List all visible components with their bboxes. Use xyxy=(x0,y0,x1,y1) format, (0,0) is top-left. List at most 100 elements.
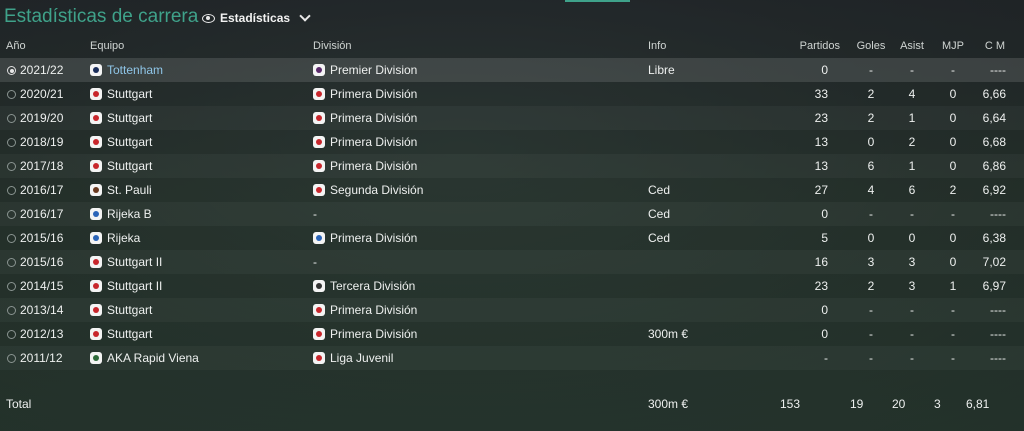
column-header-apps[interactable]: Partidos xyxy=(780,40,840,52)
team-cell[interactable]: Rijeka xyxy=(90,231,140,245)
season-cell: 2017/18 xyxy=(20,159,64,173)
apps-cell: 16 xyxy=(814,255,828,269)
column-header-goals[interactable]: Goles xyxy=(850,40,892,52)
division-cell[interactable]: Primera División xyxy=(313,87,417,101)
team-name-link[interactable]: Stuttgart xyxy=(107,159,152,173)
table-row[interactable]: 2012/13 Stuttgart Primera División 300m … xyxy=(0,322,1024,346)
team-name-link[interactable]: Stuttgart xyxy=(107,135,152,149)
page-title: Estadísticas de carrera xyxy=(4,6,199,27)
division-cell[interactable]: Primera División xyxy=(313,111,417,125)
division-name[interactable]: Primera División xyxy=(330,135,417,149)
table-row[interactable]: 2021/22 Tottenham Premier Division Libre… xyxy=(0,58,1024,82)
column-header-avg-rating[interactable]: C M xyxy=(978,40,1012,52)
table-row[interactable]: 2020/21 Stuttgart Primera División 33 2 … xyxy=(0,82,1024,106)
table-row[interactable]: 2018/19 Stuttgart Primera División 13 0 … xyxy=(0,130,1024,154)
column-header-year[interactable]: Año xyxy=(6,40,26,52)
column-header-division[interactable]: División xyxy=(313,40,352,52)
division-cell[interactable]: Premier Division xyxy=(313,63,417,77)
row-select-radio[interactable] xyxy=(7,186,16,195)
row-select-radio[interactable] xyxy=(7,162,16,171)
row-select-radio[interactable] xyxy=(7,258,16,267)
stuttgart-crest-icon xyxy=(90,136,102,148)
division-name[interactable]: Segunda División xyxy=(330,183,423,197)
3-liga-icon xyxy=(313,280,325,292)
row-select-radio[interactable] xyxy=(7,210,16,219)
row-select-radio[interactable] xyxy=(7,234,16,243)
table-row[interactable]: 2015/16 Rijeka Primera División Ced 5 0 … xyxy=(0,226,1024,250)
apps-cell: 13 xyxy=(814,159,828,173)
team-cell[interactable]: St. Pauli xyxy=(90,183,152,197)
row-select-radio[interactable] xyxy=(7,330,16,339)
row-select-radio[interactable] xyxy=(7,282,16,291)
division-name[interactable]: Tercera División xyxy=(330,279,415,293)
row-select-radio[interactable] xyxy=(7,354,16,363)
team-cell[interactable]: Rijeka B xyxy=(90,207,152,221)
stuttgart-crest-icon xyxy=(90,328,102,340)
division-name[interactable]: Primera División xyxy=(330,327,417,341)
column-header-assists[interactable]: Asist xyxy=(892,40,932,52)
table-row[interactable]: 2019/20 Stuttgart Primera División 23 2 … xyxy=(0,106,1024,130)
team-cell[interactable]: Stuttgart xyxy=(90,87,152,101)
team-cell[interactable]: Stuttgart xyxy=(90,159,152,173)
division-cell[interactable]: - xyxy=(313,255,317,269)
view-selector-dropdown[interactable]: Estadísticas xyxy=(202,10,311,25)
team-cell[interactable]: Stuttgart II xyxy=(90,255,162,269)
column-header-mjp[interactable]: MJP xyxy=(934,40,972,52)
avg-rating-cell: 6,68 xyxy=(982,135,1006,149)
team-name-link[interactable]: Rijeka xyxy=(107,231,140,245)
division-cell[interactable]: Primera División xyxy=(313,231,417,245)
table-row[interactable]: 2017/18 Stuttgart Primera División 13 6 … xyxy=(0,154,1024,178)
column-header-info[interactable]: Info xyxy=(648,40,666,52)
team-cell[interactable]: AKA Rapid Viena xyxy=(90,351,199,365)
team-name-link[interactable]: Stuttgart xyxy=(107,111,152,125)
row-select-radio[interactable] xyxy=(7,114,16,123)
row-select-radio[interactable] xyxy=(7,66,16,75)
table-row[interactable]: 2016/17 Rijeka B - Ced 0 - - - ---- xyxy=(0,202,1024,226)
table-row[interactable]: 2015/16 Stuttgart II - 16 3 3 0 7,02 xyxy=(0,250,1024,274)
row-select-radio[interactable] xyxy=(7,138,16,147)
division-cell[interactable]: Tercera División xyxy=(313,279,415,293)
team-cell[interactable]: Stuttgart xyxy=(90,111,152,125)
column-header-team[interactable]: Equipo xyxy=(90,40,124,52)
division-name[interactable]: Primera División xyxy=(330,159,417,173)
division-name[interactable]: Liga Juvenil xyxy=(330,351,393,365)
team-name-link[interactable]: Stuttgart II xyxy=(107,279,162,293)
assists-cell: - xyxy=(910,207,914,221)
division-cell[interactable]: Primera División xyxy=(313,327,417,341)
row-select-radio[interactable] xyxy=(7,90,16,99)
division-name[interactable]: - xyxy=(313,255,317,269)
table-row[interactable]: 2016/17 St. Pauli Segunda División Ced 2… xyxy=(0,178,1024,202)
division-name[interactable]: Premier Division xyxy=(330,63,417,77)
division-name[interactable]: Primera División xyxy=(330,303,417,317)
team-cell[interactable]: Stuttgart xyxy=(90,135,152,149)
team-name-link[interactable]: Stuttgart II xyxy=(107,255,162,269)
division-cell[interactable]: - xyxy=(313,207,317,221)
division-name[interactable]: Primera División xyxy=(330,111,417,125)
row-select-radio[interactable] xyxy=(7,306,16,315)
division-cell[interactable]: Liga Juvenil xyxy=(313,351,393,365)
total-avg-rating: 6,81 xyxy=(966,397,990,411)
team-name-link[interactable]: AKA Rapid Viena xyxy=(107,351,199,365)
team-name-link[interactable]: Rijeka B xyxy=(107,207,152,221)
team-name-link[interactable]: Stuttgart xyxy=(107,303,152,317)
team-cell[interactable]: Stuttgart xyxy=(90,303,152,317)
team-name-link[interactable]: Tottenham xyxy=(107,63,163,77)
team-name-link[interactable]: St. Pauli xyxy=(107,183,152,197)
team-cell[interactable]: Stuttgart II xyxy=(90,279,162,293)
team-cell[interactable]: Tottenham xyxy=(90,63,163,77)
division-name[interactable]: - xyxy=(313,207,317,221)
team-cell[interactable]: Stuttgart xyxy=(90,327,152,341)
division-cell[interactable]: Primera División xyxy=(313,159,417,173)
team-name-link[interactable]: Stuttgart xyxy=(107,87,152,101)
avg-rating-cell: 7,02 xyxy=(982,255,1006,269)
avg-rating-cell: 6,64 xyxy=(982,111,1006,125)
division-cell[interactable]: Primera División xyxy=(313,135,417,149)
table-row[interactable]: 2014/15 Stuttgart II Tercera División 23… xyxy=(0,274,1024,298)
team-name-link[interactable]: Stuttgart xyxy=(107,327,152,341)
table-row[interactable]: 2013/14 Stuttgart Primera División 0 - -… xyxy=(0,298,1024,322)
table-row[interactable]: 2011/12 AKA Rapid Viena Liga Juvenil - -… xyxy=(0,346,1024,370)
division-cell[interactable]: Segunda División xyxy=(313,183,423,197)
division-name[interactable]: Primera División xyxy=(330,87,417,101)
division-cell[interactable]: Primera División xyxy=(313,303,417,317)
division-name[interactable]: Primera División xyxy=(330,231,417,245)
